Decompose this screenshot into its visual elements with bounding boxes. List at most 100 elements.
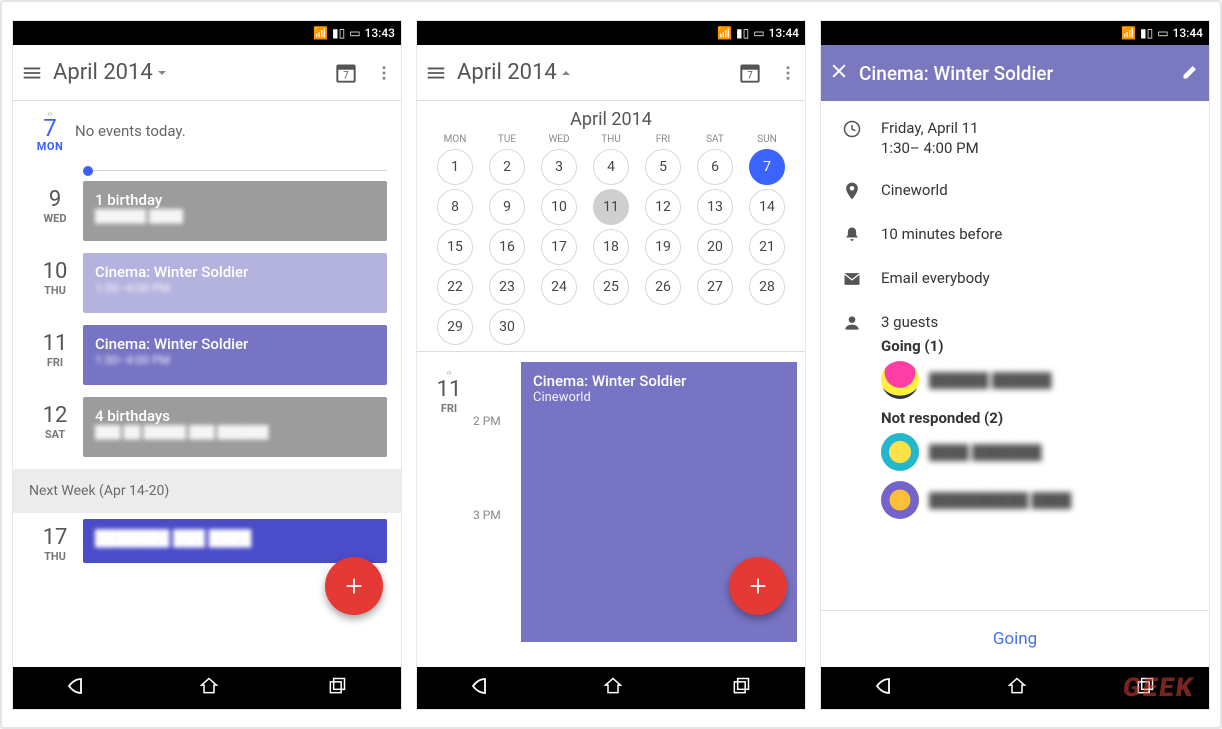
day-cell[interactable]: 13 (689, 189, 741, 225)
day-cell[interactable]: 5 (637, 149, 689, 185)
day-cell[interactable]: 4 (585, 149, 637, 185)
day-cell[interactable]: 14 (741, 189, 793, 225)
day-cell[interactable]: 7 (741, 149, 793, 185)
hamburger-icon[interactable] (425, 62, 447, 84)
overflow-icon[interactable] (779, 62, 797, 84)
day-cell (637, 309, 689, 345)
recents-icon[interactable] (731, 676, 751, 701)
day-cell[interactable]: 1 (429, 149, 481, 185)
event-card[interactable]: 4 birthdays ███ ██ █████ ███ ██████ (83, 397, 387, 457)
day-cell[interactable]: 26 (637, 269, 689, 305)
day-cell[interactable]: 3 (533, 149, 585, 185)
location-icon (841, 181, 863, 201)
today-row: ‹› 7 MON No events today. (13, 101, 401, 157)
guests-row: 3 guests Going (1) ██████ ██████ Not res… (821, 301, 1209, 541)
no-events-label: No events today. (75, 122, 186, 140)
close-icon[interactable] (829, 61, 849, 85)
reminder-row[interactable]: 10 minutes before (821, 213, 1209, 257)
phone-detail: 📶 ▮▯ ▭ 13:44 Cinema: Winter Soldier Frid… (820, 20, 1210, 710)
day-cell[interactable]: 25 (585, 269, 637, 305)
day-cell[interactable]: 15 (429, 229, 481, 265)
day-cell[interactable]: 10 (533, 189, 585, 225)
event-detail: Friday, April 111:30– 4:00 PM Cineworld … (821, 101, 1209, 610)
day-cell[interactable]: 23 (481, 269, 533, 305)
guest-item[interactable]: ████ ███████ (881, 433, 1189, 471)
day-cell[interactable]: 30 (481, 309, 533, 345)
battery-icon: ▭ (1157, 27, 1168, 39)
day-cell[interactable]: 9 (481, 189, 533, 225)
agenda-row[interactable]: 11FRI Cinema: Winter Soldier 1:30–4:00 P… (13, 319, 401, 391)
rsvp-button[interactable]: Going (821, 610, 1209, 667)
datetime-row: Friday, April 111:30– 4:00 PM (821, 107, 1209, 169)
clock-icon (841, 119, 863, 139)
avatar (881, 361, 919, 399)
day-cell (689, 309, 741, 345)
home-icon[interactable] (603, 676, 623, 701)
back-icon[interactable] (67, 677, 91, 700)
phone-agenda: 📶 ▮▯ ▭ 13:43 April 2014 7 (12, 20, 402, 710)
day-cell[interactable]: 27 (689, 269, 741, 305)
day-cell[interactable]: 17 (533, 229, 585, 265)
day-cell[interactable]: 19 (637, 229, 689, 265)
hamburger-icon[interactable] (21, 62, 43, 84)
event-card[interactable]: Cinema: Winter Soldier 1:30–4:00 PM (83, 253, 387, 313)
email-row[interactable]: Email everybody (821, 257, 1209, 301)
guest-item[interactable]: ██████████ ████ (881, 481, 1189, 519)
recents-icon[interactable] (327, 676, 347, 701)
day-cell[interactable]: 24 (533, 269, 585, 305)
day-cell[interactable]: 16 (481, 229, 533, 265)
home-icon[interactable] (1007, 676, 1027, 701)
status-bar: 📶 ▮▯ ▭ 13:44 (821, 21, 1209, 45)
mail-icon (841, 269, 863, 289)
edit-icon[interactable] (1181, 61, 1201, 85)
today-icon[interactable]: 7 (333, 60, 359, 86)
month-grid: 1234567891011121314151617181920212223242… (417, 149, 805, 351)
day-cell[interactable]: 18 (585, 229, 637, 265)
month-header: April 2014 (417, 101, 805, 134)
day-cell[interactable]: 8 (429, 189, 481, 225)
signal-icon: ▮▯ (332, 27, 345, 39)
day-cell[interactable]: 20 (689, 229, 741, 265)
day-cell (585, 309, 637, 345)
fab-add-button[interactable] (325, 557, 383, 615)
app-bar: April 2014 7 (13, 45, 401, 101)
month-title[interactable]: April 2014 (457, 60, 737, 85)
day-cell[interactable]: 2 (481, 149, 533, 185)
agenda-row[interactable]: 9WED 1 birthday ██████ ████ (13, 175, 401, 247)
month-title[interactable]: April 2014 (53, 60, 333, 85)
svg-text:7: 7 (343, 70, 349, 81)
location-row[interactable]: Cineworld (821, 169, 1209, 213)
app-bar: April 2014 7 (417, 45, 805, 101)
overflow-icon[interactable] (375, 62, 393, 84)
fab-add-button[interactable] (729, 557, 787, 615)
agenda-content: ‹› 7 MON No events today. 9WED 1 birthda… (13, 101, 401, 667)
day-cell[interactable]: 28 (741, 269, 793, 305)
today-badge[interactable]: ‹› 7 MON (25, 109, 75, 153)
month-content: April 2014 MONTUEWEDTHUFRISATSUN 1234567… (417, 101, 805, 667)
day-cell[interactable]: 12 (637, 189, 689, 225)
status-clock: 13:44 (1173, 26, 1203, 40)
chevron-up-icon (561, 68, 571, 78)
weekday-row: MONTUEWEDTHUFRISATSUN (417, 134, 805, 149)
day-cell[interactable]: 22 (429, 269, 481, 305)
wifi-icon: 📶 (313, 27, 328, 39)
agenda-row[interactable]: 10THU Cinema: Winter Soldier 1:30–4:00 P… (13, 247, 401, 319)
day-cell[interactable]: 21 (741, 229, 793, 265)
plus-icon (747, 575, 769, 597)
day-cell[interactable]: 11 (585, 189, 637, 225)
event-card[interactable]: 1 birthday ██████ ████ (83, 181, 387, 241)
back-icon[interactable] (875, 677, 899, 700)
battery-icon: ▭ (349, 27, 360, 39)
home-icon[interactable] (199, 676, 219, 701)
day-cell[interactable]: 6 (689, 149, 741, 185)
today-dow: MON (37, 140, 63, 153)
day-cell[interactable]: 29 (429, 309, 481, 345)
today-icon[interactable]: 7 (737, 60, 763, 86)
event-card[interactable]: Cinema: Winter Soldier 1:30–4:00 PM (83, 325, 387, 385)
recents-icon[interactable] (1135, 676, 1155, 701)
agenda-row[interactable]: 12SAT 4 birthdays ███ ██ █████ ███ █████… (13, 391, 401, 463)
guest-item[interactable]: ██████ ██████ (881, 361, 1189, 399)
system-nav-bar (13, 667, 401, 709)
back-icon[interactable] (471, 677, 495, 700)
status-clock: 13:44 (769, 26, 799, 40)
